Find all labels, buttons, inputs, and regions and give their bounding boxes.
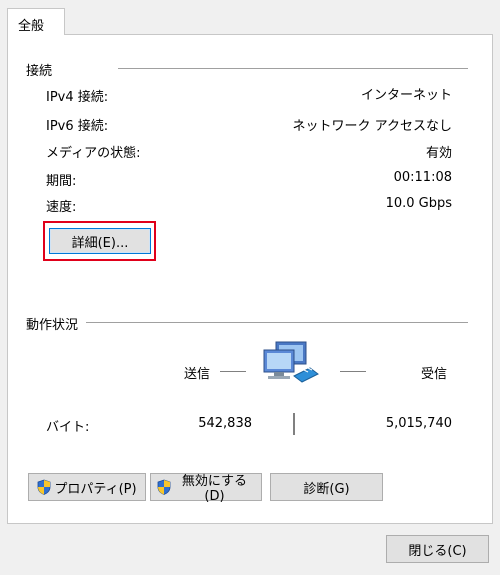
- ipv4-label: IPv4 接続:: [46, 90, 109, 105]
- disable-button[interactable]: 無効にする(D): [150, 473, 262, 504]
- media-state-label: メディアの状態:: [46, 146, 141, 161]
- speed-value: 10.0 Gbps: [385, 196, 452, 211]
- properties-button[interactable]: プロパティ(P): [28, 473, 146, 501]
- tab-general-label: 全般: [18, 19, 45, 34]
- connection-group-line: [118, 68, 468, 69]
- duration-label: 期間:: [46, 174, 77, 189]
- received-line: [340, 371, 366, 372]
- ipv4-value: インターネット: [360, 88, 452, 103]
- bytes-label: バイト:: [46, 420, 90, 435]
- bytes-sent-value: 542,838: [198, 416, 252, 431]
- details-button[interactable]: 詳細(E)...: [49, 228, 151, 254]
- media-state-value: 有効: [425, 146, 452, 161]
- bytes-received-value: 5,015,740: [385, 416, 452, 431]
- diagnose-button[interactable]: 診断(G): [270, 473, 383, 501]
- bytes-divider: [293, 413, 295, 435]
- sent-line: [220, 371, 246, 372]
- uac-shield-icon: [157, 479, 171, 495]
- sent-label: 送信: [184, 367, 211, 382]
- ipv6-value: ネットワーク アクセスなし: [292, 119, 452, 134]
- activity-group-title: 動作状況: [26, 314, 83, 333]
- close-button[interactable]: 閉じる(C): [386, 535, 489, 563]
- speed-label: 速度:: [46, 200, 77, 215]
- connection-group-title: 接続: [26, 60, 57, 79]
- properties-button-label: プロパティ(P): [54, 481, 137, 497]
- tab-general[interactable]: 全般: [7, 8, 65, 35]
- activity-group-line: [86, 322, 468, 323]
- general-panel: 接続 IPv4 接続: インターネット IPv6 接続: ネットワーク アクセス…: [7, 34, 493, 524]
- ipv6-label: IPv6 接続:: [46, 119, 109, 134]
- uac-shield-icon: [37, 479, 51, 495]
- received-label: 受信: [421, 367, 448, 382]
- network-computers-icon: [260, 340, 324, 392]
- disable-button-label: 無効にする(D): [181, 474, 248, 504]
- duration-value: 00:11:08: [393, 170, 452, 185]
